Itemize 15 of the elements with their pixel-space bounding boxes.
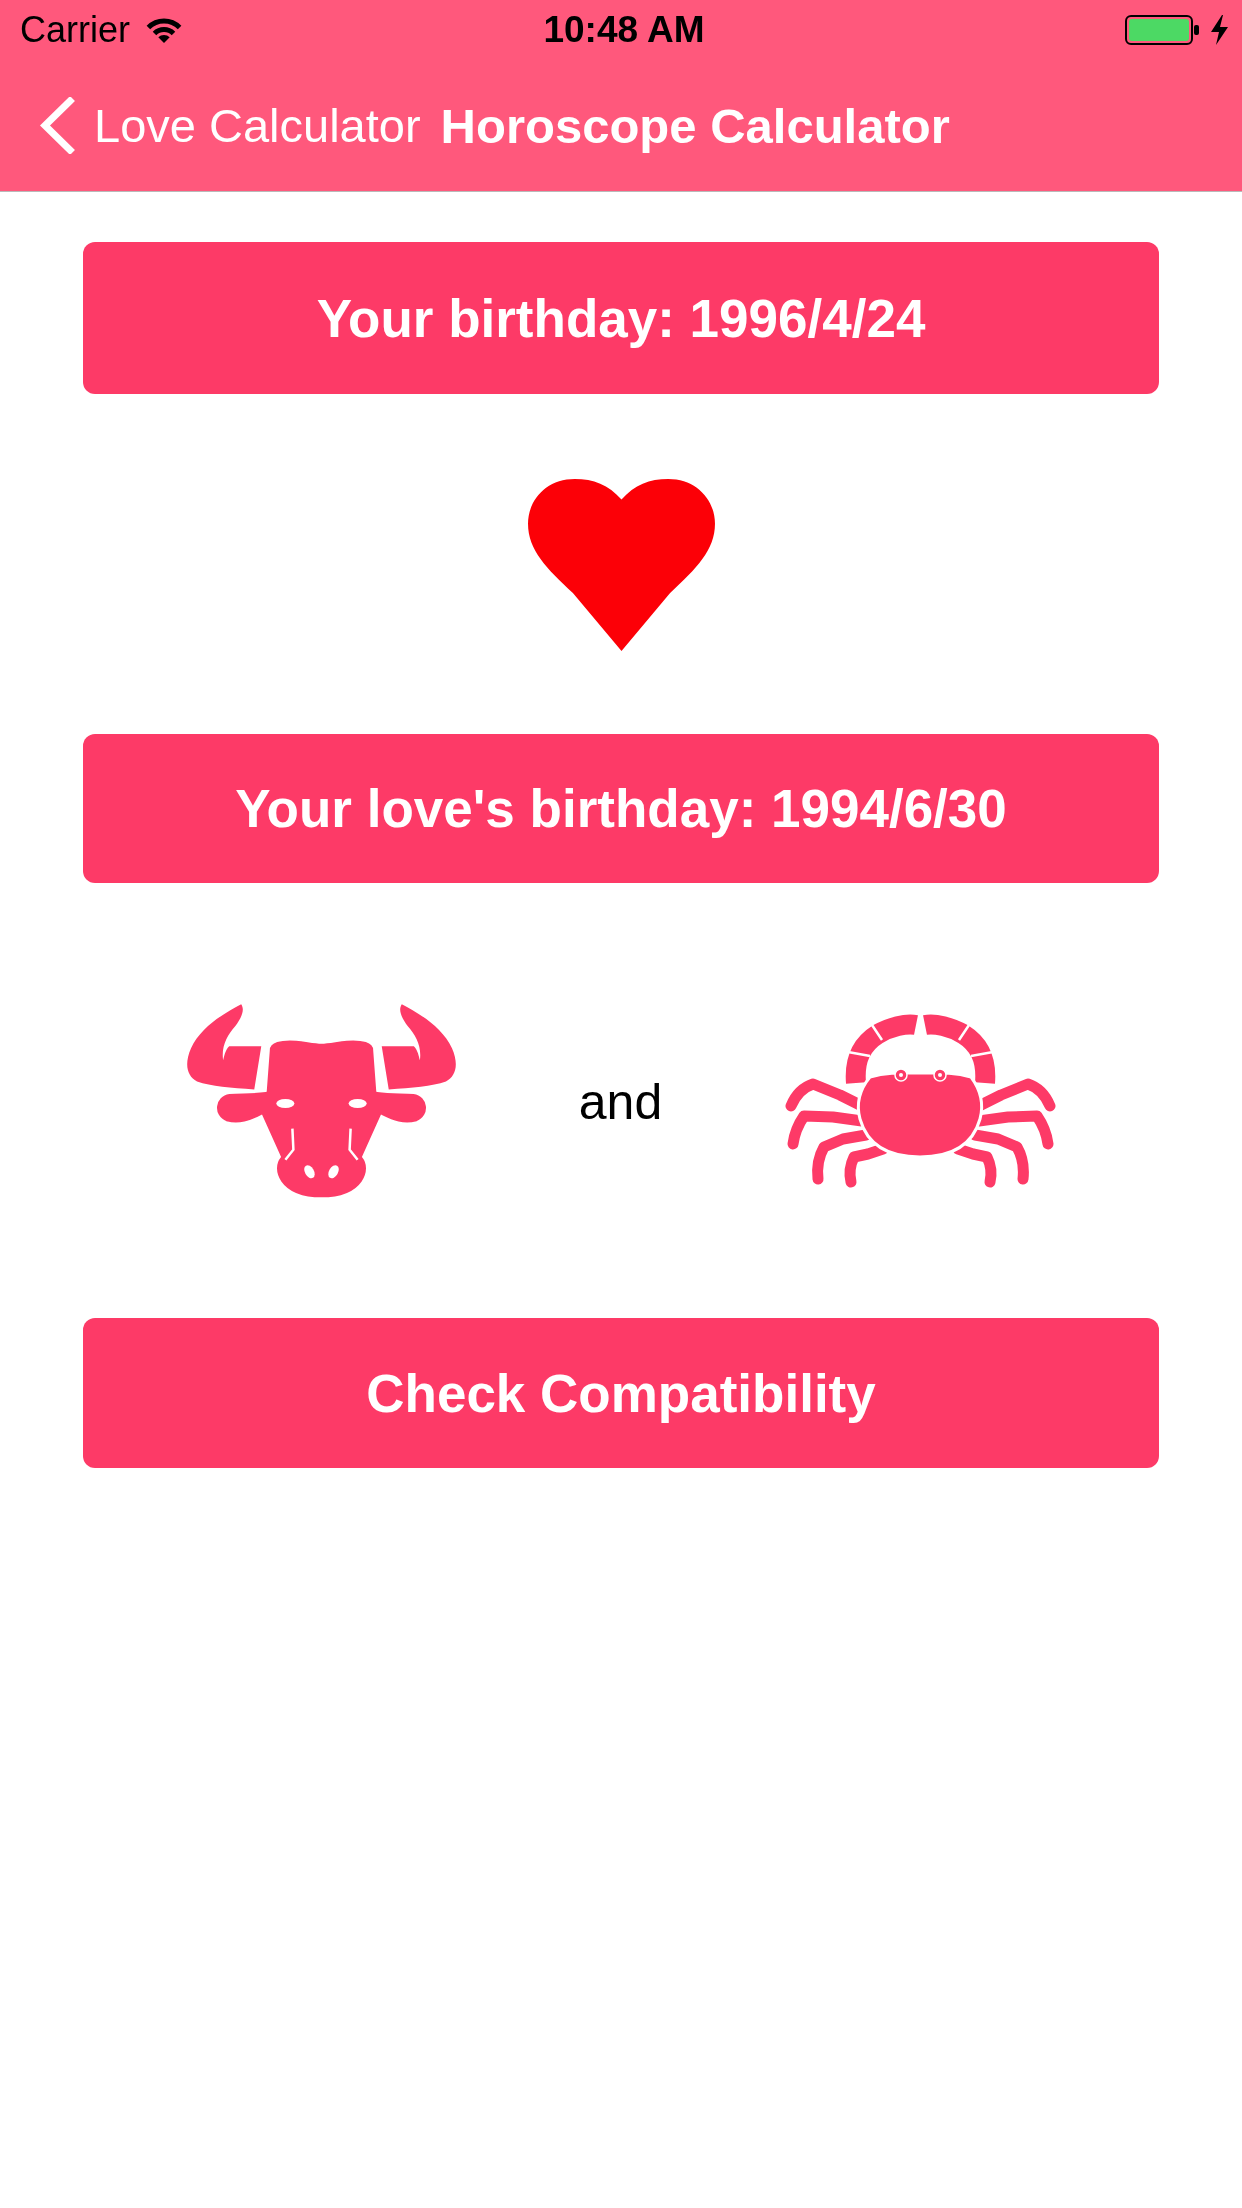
back-button[interactable]: Love Calculator	[38, 97, 421, 154]
bull-head-icon	[185, 1003, 457, 1200]
heart-icon	[527, 479, 715, 651]
check-compatibility-button[interactable]: Check Compatibility	[83, 1318, 1159, 1468]
nav-title: Horoscope Calculator	[440, 97, 950, 154]
wifi-icon	[146, 16, 182, 44]
carrier-label: Carrier	[20, 9, 130, 51]
birthday-button[interactable]: Your birthday: 1996/4/24	[83, 242, 1159, 394]
charging-bolt-icon	[1211, 15, 1228, 45]
chevron-left-icon	[38, 97, 75, 154]
crab-icon	[784, 1013, 1057, 1190]
birthday-button[interactable]: Your love's birthday: 1994/6/30	[83, 734, 1159, 883]
battery-icon	[1125, 15, 1199, 45]
and-label: and	[578, 1072, 663, 1131]
time-label: 10:48 AM	[543, 9, 705, 51]
